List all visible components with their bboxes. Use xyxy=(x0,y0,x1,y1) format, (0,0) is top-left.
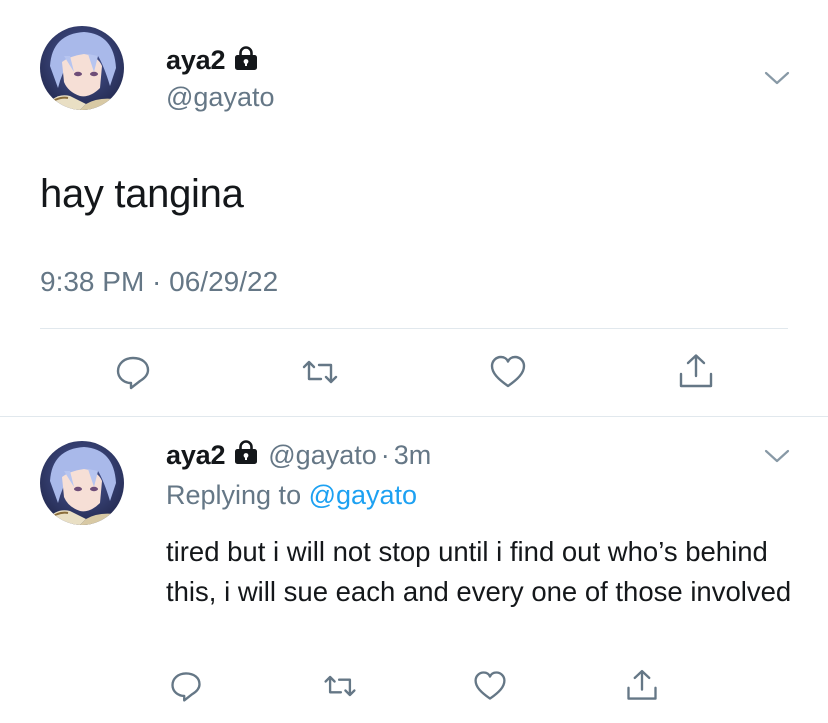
relative-time[interactable]: 3m xyxy=(394,440,432,471)
avatar[interactable] xyxy=(40,441,124,525)
separator: · xyxy=(380,439,390,470)
display-name[interactable]: aya2 xyxy=(166,440,225,471)
reply-icon[interactable] xyxy=(113,352,153,392)
mention-link[interactable]: @gayato xyxy=(309,480,417,510)
retweet-icon[interactable] xyxy=(320,666,360,706)
reply-icon[interactable] xyxy=(166,666,206,706)
avatar[interactable] xyxy=(40,26,124,110)
divider xyxy=(40,328,788,329)
like-icon[interactable] xyxy=(488,352,528,392)
like-icon[interactable] xyxy=(470,666,510,706)
author-row: aya2 xyxy=(166,44,258,76)
retweet-icon[interactable] xyxy=(300,352,340,392)
replying-prefix: Replying to xyxy=(166,480,309,510)
timestamp[interactable]: 9:38 PM · 06/29/22 xyxy=(40,266,278,298)
reply-text: tired but i will not stop until i find o… xyxy=(166,536,792,607)
section-divider xyxy=(0,416,828,417)
chevron-down-icon[interactable] xyxy=(762,68,792,88)
lock-icon xyxy=(234,45,258,76)
handle[interactable]: @gayato xyxy=(166,82,274,113)
action-bar xyxy=(0,352,828,392)
reply-author-row: aya2 @gayato · 3m xyxy=(166,438,431,472)
tweet-thread: aya2 @gayato hay tangina 9:38 PM · 06/29… xyxy=(0,0,828,723)
share-icon[interactable] xyxy=(622,666,662,706)
chevron-down-icon[interactable] xyxy=(762,446,792,466)
display-name[interactable]: aya2 xyxy=(166,45,225,76)
replying-to: Replying to @gayato xyxy=(166,480,417,511)
lock-icon xyxy=(234,439,258,472)
action-bar xyxy=(0,666,828,706)
handle[interactable]: @gayato xyxy=(268,440,376,471)
share-icon[interactable] xyxy=(676,352,716,392)
tweet-text: hay tangina xyxy=(40,172,244,216)
main-tweet: aya2 @gayato hay tangina 9:38 PM · 06/29… xyxy=(0,0,828,417)
